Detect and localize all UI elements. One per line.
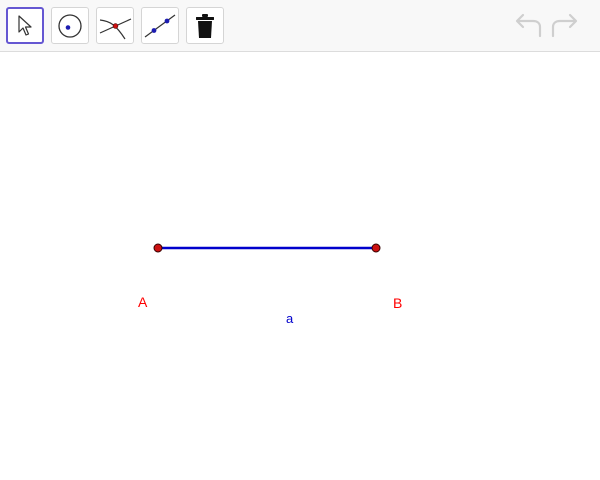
line-through-points-icon: [144, 14, 176, 37]
undo-button[interactable]: [513, 12, 543, 40]
redo-icon: [551, 13, 578, 38]
trash-icon: [196, 13, 214, 38]
circle-tool-button[interactable]: [51, 7, 89, 44]
line-tool-button[interactable]: [141, 7, 179, 44]
point-a-label: A: [138, 294, 148, 310]
segment-label: a: [286, 311, 294, 326]
move-arrow-icon: [18, 14, 32, 36]
construction-svg: [153, 243, 381, 253]
circle-point-icon: [58, 13, 82, 38]
intersect-tool-button[interactable]: [96, 7, 134, 44]
intersect-icon: [99, 17, 132, 39]
point-b-label: B: [393, 295, 403, 311]
drawing-canvas[interactable]: A B a: [0, 53, 600, 480]
toolbar: [0, 0, 600, 52]
redo-button[interactable]: [550, 12, 580, 40]
geometry-app: A B a: [0, 0, 600, 480]
delete-tool-button[interactable]: [186, 7, 224, 44]
point-a[interactable]: [153, 243, 163, 253]
point-b[interactable]: [371, 243, 381, 253]
move-tool-button[interactable]: [6, 7, 44, 44]
undo-icon: [515, 13, 542, 38]
